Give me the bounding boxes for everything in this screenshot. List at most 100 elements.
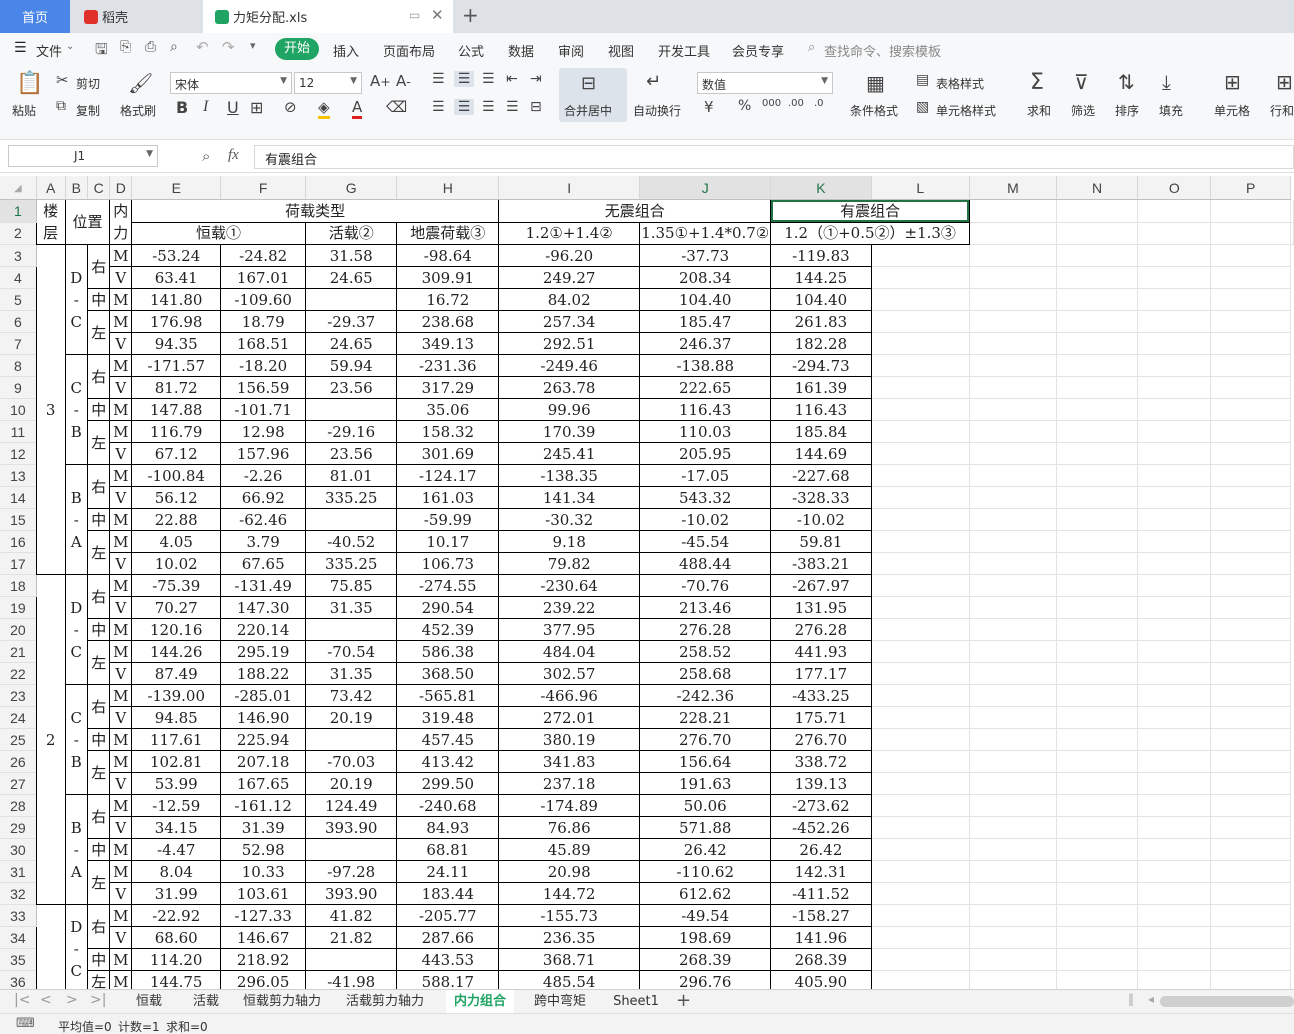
empty-cell[interactable]	[871, 310, 970, 333]
value-cell[interactable]	[304, 728, 398, 751]
value-cell[interactable]: -249.46	[498, 354, 641, 377]
row-header[interactable]: 31	[0, 860, 37, 883]
value-cell[interactable]: 225.94	[220, 728, 306, 751]
conditional-format-button[interactable]: 条件格式	[850, 102, 898, 119]
value-cell[interactable]: -294.73	[770, 354, 872, 377]
empty-cell[interactable]	[1137, 222, 1212, 245]
value-cell[interactable]: 23.56	[304, 376, 398, 399]
force-type-cell[interactable]: M	[109, 574, 133, 597]
strikethrough-icon[interactable]: ⊘	[284, 98, 297, 116]
align-center-icon[interactable]: ☰	[454, 99, 474, 115]
empty-cell[interactable]	[871, 552, 970, 575]
value-cell[interactable]: 3.79	[220, 530, 306, 553]
empty-cell[interactable]	[1056, 244, 1139, 267]
empty-cell[interactable]	[969, 794, 1057, 817]
sheet-tab[interactable]: Sheet1	[604, 990, 668, 1013]
sheet-tab[interactable]: 内力组合	[446, 990, 514, 1013]
header-combo-1[interactable]: 1.2①+1.4②	[498, 221, 641, 245]
header-load-type[interactable]: 荷载类型	[131, 199, 500, 223]
empty-cell[interactable]	[1056, 860, 1139, 883]
force-type-cell[interactable]: V	[109, 332, 133, 355]
value-cell[interactable]: 104.40	[639, 288, 772, 311]
redo-icon[interactable]: ↷	[222, 38, 235, 56]
value-cell[interactable]: 20.19	[304, 772, 398, 795]
empty-cell[interactable]	[1137, 530, 1212, 553]
new-tab-icon[interactable]: +	[462, 3, 479, 27]
value-cell[interactable]: -10.02	[639, 508, 772, 531]
value-cell[interactable]: 276.28	[770, 618, 872, 641]
more-icon[interactable]: ▾	[250, 39, 256, 52]
value-cell[interactable]: 120.16	[131, 618, 222, 641]
value-cell[interactable]: 208.34	[639, 266, 772, 289]
value-cell[interactable]: -49.54	[639, 904, 772, 927]
empty-cell[interactable]	[871, 618, 970, 641]
empty-cell[interactable]	[1137, 310, 1212, 333]
sheet-tab[interactable]: 活载剪力轴力	[334, 990, 436, 1013]
column-header-a[interactable]: A	[36, 176, 66, 200]
value-cell[interactable]: -18.20	[220, 354, 306, 377]
empty-cell[interactable]	[871, 398, 970, 421]
force-type-cell[interactable]: V	[109, 486, 133, 509]
value-cell[interactable]: 81.72	[131, 376, 222, 399]
value-cell[interactable]: -4.47	[131, 838, 222, 861]
print-preview-icon[interactable]: ⌕	[170, 39, 178, 55]
empty-cell[interactable]	[1056, 728, 1139, 751]
empty-cell[interactable]	[1137, 288, 1212, 311]
empty-cell[interactable]	[969, 354, 1057, 377]
value-cell[interactable]: 63.41	[131, 266, 222, 289]
empty-cell[interactable]	[1056, 948, 1139, 971]
value-cell[interactable]: 272.01	[498, 706, 641, 729]
empty-cell[interactable]	[871, 860, 970, 883]
empty-cell[interactable]	[969, 772, 1057, 795]
thousands-icon[interactable]: 000	[762, 98, 781, 109]
empty-cell[interactable]	[1137, 464, 1212, 487]
column-header-c[interactable]: C	[87, 176, 111, 200]
value-cell[interactable]: 94.85	[131, 706, 222, 729]
empty-cell[interactable]	[969, 420, 1057, 443]
value-cell[interactable]: 177.17	[770, 662, 872, 685]
value-cell[interactable]: 268.39	[770, 948, 872, 971]
value-cell[interactable]: 218.92	[220, 948, 306, 971]
empty-cell[interactable]	[1210, 244, 1291, 267]
empty-cell[interactable]	[969, 706, 1057, 729]
empty-cell[interactable]	[1210, 332, 1291, 355]
file-menu[interactable]: 文件	[36, 41, 62, 60]
empty-cell[interactable]	[1210, 199, 1291, 223]
force-type-cell[interactable]: M	[109, 750, 133, 773]
prev-sheet-icon[interactable]: <	[40, 992, 52, 1008]
value-cell[interactable]: 94.35	[131, 332, 222, 355]
horizontal-scrollbar[interactable]	[1160, 996, 1294, 1007]
value-cell[interactable]: 222.65	[639, 376, 772, 399]
empty-cell[interactable]	[1056, 310, 1139, 333]
empty-cell[interactable]	[1056, 464, 1139, 487]
force-type-cell[interactable]: M	[109, 244, 133, 267]
row-header[interactable]: 32	[0, 882, 37, 905]
tab-member[interactable]: 会员专享	[732, 41, 784, 60]
value-cell[interactable]: -138.35	[498, 464, 641, 487]
position-cell[interactable]: 中	[86, 838, 111, 861]
row-header[interactable]: 29	[0, 816, 37, 839]
empty-cell[interactable]	[1210, 882, 1291, 905]
empty-cell[interactable]	[871, 794, 970, 817]
empty-cell[interactable]	[1137, 199, 1212, 223]
force-type-cell[interactable]: V	[109, 596, 133, 619]
value-cell[interactable]: 452.39	[396, 618, 500, 641]
value-cell[interactable]: 258.68	[639, 662, 772, 685]
empty-cell[interactable]	[969, 508, 1057, 531]
position-cell[interactable]: 中	[86, 728, 111, 751]
force-type-cell[interactable]: V	[109, 882, 133, 905]
last-sheet-icon[interactable]: >|	[90, 992, 106, 1008]
empty-cell[interactable]	[1056, 354, 1139, 377]
empty-cell[interactable]	[871, 530, 970, 553]
value-cell[interactable]: 12.98	[220, 420, 306, 443]
value-cell[interactable]: -10.02	[770, 508, 872, 531]
value-cell[interactable]: -433.25	[770, 684, 872, 707]
span-cell[interactable]: C - B	[64, 684, 88, 795]
empty-cell[interactable]	[969, 948, 1057, 971]
value-cell[interactable]: 26.42	[639, 838, 772, 861]
tab-home[interactable]: 首页	[0, 0, 70, 33]
value-cell[interactable]: 139.13	[770, 772, 872, 795]
value-cell[interactable]: 68.81	[396, 838, 500, 861]
empty-cell[interactable]	[1210, 486, 1291, 509]
font-color-icon[interactable]: A	[352, 98, 363, 119]
